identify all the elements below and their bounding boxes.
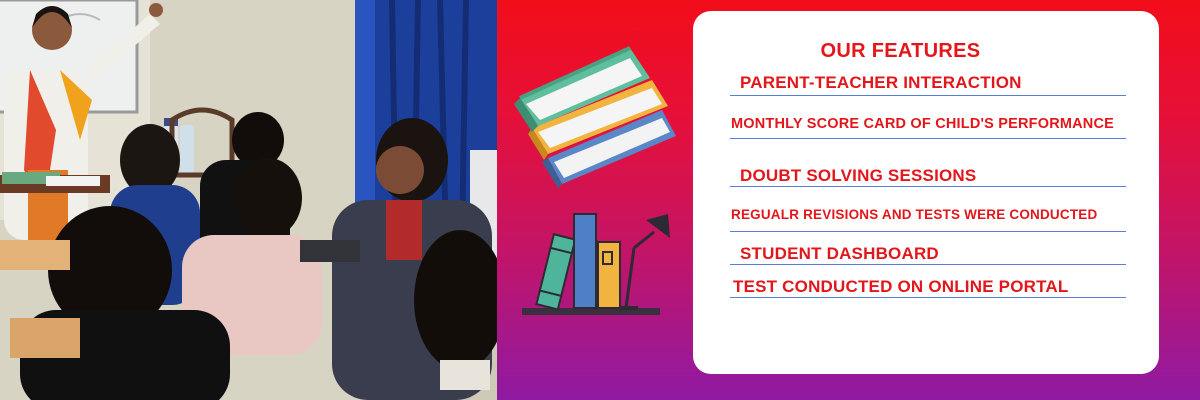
features-card: OUR FEATURES PARENT-TEACHER INTERACTION … (693, 11, 1159, 374)
feature-underline (730, 186, 1126, 187)
feature-underline (730, 297, 1126, 298)
feature-label: TEST CONDUCTED ON ONLINE PORTAL (733, 277, 1069, 296)
feature-underline (730, 95, 1126, 96)
feature-label: STUDENT DASHBOARD (740, 244, 939, 263)
feature-label: MONTHLY SCORE CARD OF CHILD'S PERFORMANC… (731, 116, 1115, 132)
feature-label: PARENT-TEACHER INTERACTION (740, 73, 1022, 92)
features-title: OUR FEATURES (820, 40, 981, 62)
classroom-photo (0, 0, 497, 400)
feature-label: REGUALR REVISIONS AND TESTS WERE CONDUCT… (731, 207, 1098, 222)
stacked-books-illustration (514, 46, 676, 188)
books-and-lamp-illustration (522, 213, 670, 315)
feature-underline (730, 138, 1126, 139)
feature-label: DOUBT SOLVING SESSIONS (740, 166, 977, 185)
feature-underline (730, 231, 1126, 232)
feature-underline (730, 264, 1126, 265)
features-banner: OUR FEATURES PARENT-TEACHER INTERACTION … (0, 0, 1200, 400)
